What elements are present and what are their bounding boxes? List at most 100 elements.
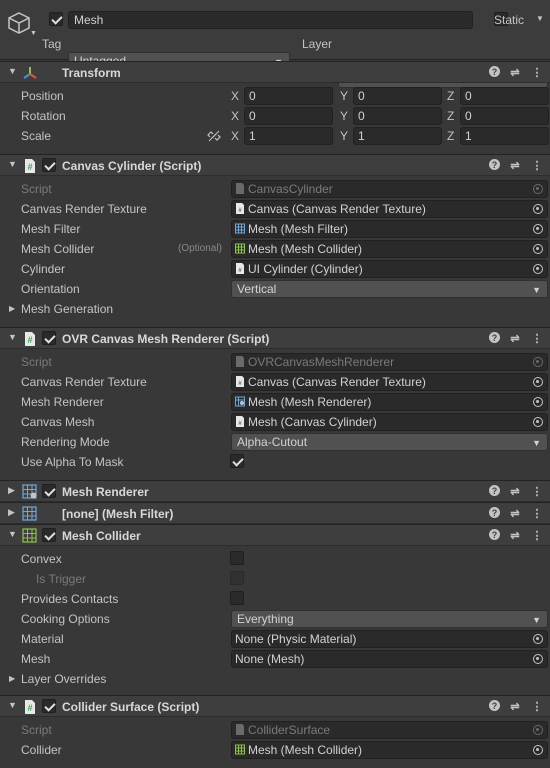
icon-dropdown-arrow-icon[interactable]: ▼	[30, 30, 37, 37]
help-icon[interactable]: ?	[489, 700, 500, 711]
more-menu-icon[interactable]: ⋮	[530, 528, 544, 542]
foldout-arrow-icon[interactable]: ▼	[8, 529, 17, 539]
object-picker-icon[interactable]	[533, 745, 543, 755]
more-menu-icon[interactable]: ⋮	[530, 699, 544, 713]
help-icon[interactable]: ?	[489, 529, 500, 540]
constrain-proportions-icon[interactable]	[207, 129, 221, 143]
object-picker-icon[interactable]	[533, 417, 543, 427]
help-icon[interactable]: ?	[489, 507, 500, 518]
more-menu-icon[interactable]: ⋮	[530, 484, 544, 498]
presets-icon[interactable]: ⇌	[508, 699, 522, 713]
help-icon[interactable]: ?	[489, 159, 500, 170]
mesh-renderer-header[interactable]: ▶ Mesh Renderer ? ⇌ ⋮	[0, 480, 550, 502]
foldout-arrow-icon[interactable]: ▼	[8, 66, 17, 76]
more-menu-icon[interactable]: ⋮	[530, 65, 544, 79]
more-menu-icon[interactable]: ⋮	[530, 331, 544, 345]
convex-checkbox[interactable]	[230, 551, 244, 565]
axis-label[interactable]: Z	[447, 129, 454, 143]
canvas-cylinder-header[interactable]: ▼ # Canvas Cylinder (Script) ? ⇌ ⋮	[0, 154, 550, 176]
collider-label: Collider	[21, 743, 62, 757]
help-icon[interactable]: ?	[489, 332, 500, 343]
mesh-generation-label[interactable]: Mesh Generation	[21, 302, 113, 316]
axis-label[interactable]: Y	[340, 129, 348, 143]
gameobject-active-checkbox[interactable]	[49, 12, 63, 26]
static-dropdown-arrow-icon[interactable]: ▼	[536, 14, 544, 23]
rotation-x-field[interactable]: 0	[244, 107, 333, 125]
component-enabled-checkbox[interactable]	[42, 484, 56, 498]
mesh-filter-header[interactable]: ▶ [none] (Mesh Filter) ? ⇌ ⋮	[0, 502, 550, 524]
object-picker-icon[interactable]	[533, 244, 543, 254]
foldout-arrow-icon[interactable]: ▼	[8, 159, 17, 169]
presets-icon[interactable]: ⇌	[508, 158, 522, 172]
layer-overrides-label[interactable]: Layer Overrides	[21, 672, 106, 686]
scale-x-field[interactable]: 1	[244, 127, 333, 145]
canvas-render-texture-field[interactable]: # Canvas (Canvas Render Texture)	[231, 200, 548, 218]
mesh-filter-field[interactable]: Mesh (Mesh Filter)	[231, 220, 548, 238]
presets-icon[interactable]: ⇌	[508, 484, 522, 498]
axis-label[interactable]: X	[231, 89, 239, 103]
help-icon[interactable]: ?	[489, 66, 500, 77]
gameobject-cube-icon[interactable]	[6, 10, 32, 36]
axis-label[interactable]: Y	[340, 109, 348, 123]
canvas-mesh-field[interactable]: # Mesh (Canvas Cylinder)	[231, 413, 548, 431]
cooking-options-dropdown[interactable]: Everything ▼	[231, 610, 548, 628]
layer-overrides-foldout[interactable]: ▶ Layer Overrides	[0, 669, 550, 689]
object-picker-icon[interactable]	[533, 224, 543, 234]
gameobject-name-field[interactable]: Mesh	[68, 11, 473, 29]
axis-label[interactable]: X	[231, 109, 239, 123]
axis-label[interactable]: Y	[340, 89, 348, 103]
scale-y-field[interactable]: 1	[353, 127, 442, 145]
ovr-canvas-mesh-renderer-header[interactable]: ▼ # OVR Canvas Mesh Renderer (Script) ? …	[0, 327, 550, 349]
mesh-field[interactable]: None (Mesh)	[231, 650, 548, 668]
object-picker-icon[interactable]	[533, 377, 543, 387]
foldout-arrow-icon[interactable]: ▼	[8, 700, 17, 710]
mesh-renderer-field[interactable]: Mesh (Mesh Renderer)	[231, 393, 548, 411]
help-icon[interactable]: ?	[489, 485, 500, 496]
foldout-right-arrow-icon[interactable]: ▶	[9, 304, 15, 313]
mesh-collider-icon	[235, 243, 245, 254]
provides-contacts-checkbox[interactable]	[230, 591, 244, 605]
scale-z-field[interactable]: 1	[460, 127, 549, 145]
more-menu-icon[interactable]: ⋮	[530, 506, 544, 520]
component-enabled-checkbox[interactable]	[42, 158, 56, 172]
rotation-z-field[interactable]: 0	[460, 107, 549, 125]
scale-label: Scale	[21, 129, 52, 143]
collider-field[interactable]: Mesh (Mesh Collider)	[231, 741, 548, 759]
foldout-right-arrow-icon[interactable]: ▶	[9, 674, 15, 683]
foldout-right-arrow-icon[interactable]: ▶	[8, 507, 15, 518]
presets-icon[interactable]: ⇌	[508, 331, 522, 345]
presets-icon[interactable]: ⇌	[508, 528, 522, 542]
object-picker-icon[interactable]	[533, 397, 543, 407]
axis-label[interactable]: X	[231, 129, 239, 143]
foldout-right-arrow-icon[interactable]: ▶	[8, 485, 15, 496]
more-menu-icon[interactable]: ⋮	[530, 158, 544, 172]
object-picker-icon[interactable]	[533, 204, 543, 214]
mesh-collider-field[interactable]: Mesh (Mesh Collider)	[231, 240, 548, 258]
object-picker-icon[interactable]	[533, 264, 543, 274]
canvas-render-texture-field[interactable]: # Canvas (Canvas Render Texture)	[231, 373, 548, 391]
position-z-field[interactable]: 0	[460, 87, 549, 105]
object-picker-icon[interactable]	[533, 654, 543, 664]
foldout-arrow-icon[interactable]: ▼	[8, 332, 17, 342]
position-y-field[interactable]: 0	[353, 87, 442, 105]
cylinder-value: UI Cylinder (Cylinder)	[248, 262, 363, 276]
mesh-collider-header[interactable]: ▼ Mesh Collider ? ⇌ ⋮	[0, 524, 550, 546]
presets-icon[interactable]: ⇌	[508, 506, 522, 520]
component-enabled-checkbox[interactable]	[42, 528, 56, 542]
rotation-y-field[interactable]: 0	[353, 107, 442, 125]
presets-icon[interactable]: ⇌	[508, 65, 522, 79]
orientation-dropdown[interactable]: Vertical ▼	[231, 280, 548, 298]
component-enabled-checkbox[interactable]	[42, 331, 56, 345]
rendering-mode-dropdown[interactable]: Alpha-Cutout ▼	[231, 433, 548, 451]
collider-surface-header[interactable]: ▼ # Collider Surface (Script) ? ⇌ ⋮	[0, 695, 550, 717]
material-field[interactable]: None (Physic Material)	[231, 630, 548, 648]
transform-header[interactable]: ▼ Transform ? ⇌ ⋮	[0, 61, 550, 83]
component-enabled-checkbox[interactable]	[42, 699, 56, 713]
cylinder-field[interactable]: # UI Cylinder (Cylinder)	[231, 260, 548, 278]
position-x-field[interactable]: 0	[244, 87, 333, 105]
axis-label[interactable]: Z	[447, 109, 454, 123]
axis-label[interactable]: Z	[447, 89, 454, 103]
object-picker-icon[interactable]	[533, 634, 543, 644]
use-alpha-to-mask-checkbox[interactable]	[230, 454, 244, 468]
mesh-generation-foldout[interactable]: ▶ Mesh Generation	[0, 299, 550, 319]
